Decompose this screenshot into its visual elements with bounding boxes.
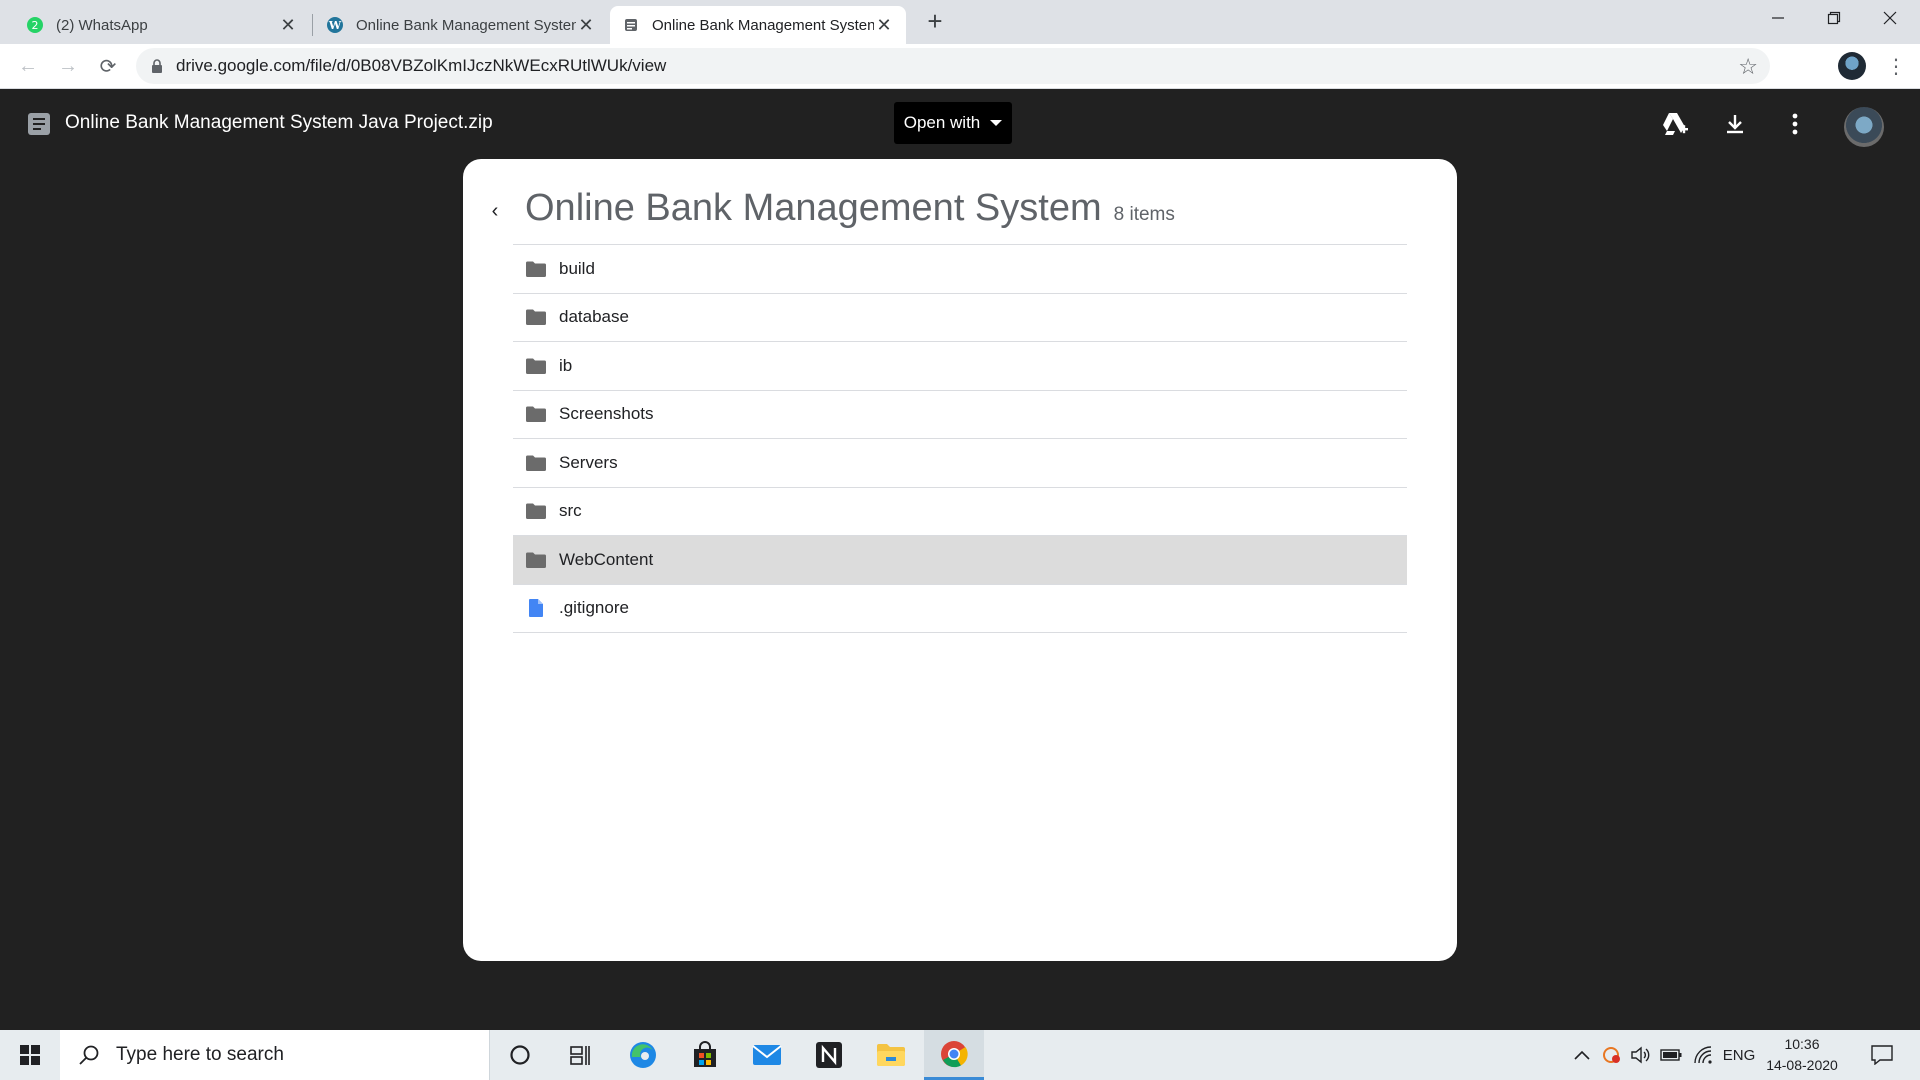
clock-date: 14-08-2020 bbox=[1766, 1057, 1838, 1073]
chrome-menu-icon[interactable]: ⋮ bbox=[1880, 50, 1912, 82]
notion-app-icon[interactable] bbox=[800, 1030, 858, 1080]
zip-contents-panel: ‹ Online Bank Management System 8 items … bbox=[463, 159, 1457, 961]
folder-heading: Online Bank Management System 8 items bbox=[525, 187, 1175, 230]
taskbar-clock[interactable]: 10:36 14-08-2020 bbox=[1762, 1034, 1842, 1076]
tab-wordpress[interactable]: W Online Bank Management Systen ✕ bbox=[314, 6, 608, 44]
item-name: database bbox=[559, 307, 629, 327]
whatsapp-icon: 2 bbox=[26, 16, 44, 34]
file-icon bbox=[529, 599, 543, 618]
item-name: Screenshots bbox=[559, 404, 654, 424]
item-name: Servers bbox=[559, 452, 618, 472]
volume-icon[interactable] bbox=[1626, 1030, 1656, 1080]
close-tab-icon[interactable]: ✕ bbox=[576, 15, 596, 35]
chevron-left-icon[interactable]: ‹ bbox=[483, 199, 507, 223]
battery-icon[interactable] bbox=[1656, 1030, 1686, 1080]
bookmark-star-icon[interactable]: ☆ bbox=[1738, 54, 1758, 80]
input-language[interactable]: ENG bbox=[1720, 1030, 1758, 1080]
open-with-label: Open with bbox=[903, 113, 981, 132]
list-item[interactable]: build bbox=[513, 245, 1407, 294]
browser-toolbar: ← → ⟳ drive.google.com/file/d/0B08VBZolK… bbox=[0, 44, 1920, 89]
forward-arrow-icon[interactable]: → bbox=[52, 50, 84, 82]
add-to-drive-icon[interactable] bbox=[1660, 109, 1690, 139]
list-item[interactable]: Screenshots bbox=[513, 391, 1407, 439]
microsoft-store-icon[interactable] bbox=[676, 1030, 734, 1080]
chrome-taskbar-icon[interactable] bbox=[924, 1030, 984, 1080]
wifi-icon[interactable] bbox=[1688, 1030, 1718, 1080]
search-placeholder: Type here to search bbox=[116, 1044, 284, 1065]
caret-down-icon bbox=[990, 120, 1003, 126]
tab-whatsapp[interactable]: 2 (2) WhatsApp ✕ bbox=[14, 6, 310, 44]
file-explorer-icon[interactable] bbox=[862, 1030, 920, 1080]
list-item[interactable]: Servers bbox=[513, 439, 1407, 488]
item-name: src bbox=[559, 501, 582, 521]
task-view-icon[interactable] bbox=[551, 1030, 609, 1080]
browser-tab-strip: 2 (2) WhatsApp ✕ W Online Bank Managemen… bbox=[0, 0, 1920, 44]
search-icon bbox=[79, 1045, 99, 1065]
notification-icon[interactable] bbox=[1862, 1030, 1902, 1080]
cortana-icon[interactable] bbox=[491, 1030, 549, 1080]
back-arrow-icon[interactable]: ← bbox=[12, 50, 44, 82]
folder-icon bbox=[526, 455, 546, 471]
url-text: drive.google.com/file/d/0B08VBZolKmIJczN… bbox=[176, 56, 667, 75]
document-icon bbox=[28, 113, 50, 135]
close-tab-icon[interactable]: ✕ bbox=[278, 15, 298, 35]
tab-divider bbox=[312, 14, 313, 36]
close-window-icon[interactable] bbox=[1862, 0, 1918, 36]
folder-icon bbox=[526, 406, 546, 423]
drive-doc-icon bbox=[622, 16, 640, 34]
lock-icon bbox=[150, 59, 164, 73]
profile-avatar[interactable] bbox=[1838, 52, 1866, 80]
wordpress-icon: W bbox=[326, 16, 344, 34]
item-name: WebContent bbox=[559, 549, 654, 569]
tab-title: (2) WhatsApp bbox=[56, 16, 148, 34]
folder-icon bbox=[526, 552, 546, 568]
item-name: build bbox=[559, 258, 595, 278]
item-name: .gitignore bbox=[559, 598, 629, 618]
clock-time: 10:36 bbox=[1784, 1036, 1820, 1052]
windows-start-icon[interactable] bbox=[0, 1030, 60, 1080]
svg-text:W: W bbox=[328, 19, 342, 32]
close-tab-icon[interactable]: ✕ bbox=[874, 15, 894, 35]
reload-icon[interactable]: ⟳ bbox=[92, 50, 124, 82]
list-item[interactable]: ib bbox=[513, 342, 1407, 391]
list-item[interactable]: database bbox=[513, 294, 1407, 342]
tab-title: Online Bank Management Systen bbox=[356, 16, 576, 34]
account-avatar[interactable] bbox=[1844, 107, 1884, 147]
download-icon[interactable] bbox=[1720, 109, 1750, 139]
item-count: 8 items bbox=[1113, 204, 1175, 225]
item-name: ib bbox=[559, 355, 573, 375]
file-list: build database ib Screenshots Servers sr… bbox=[513, 244, 1407, 633]
folder-name: Online Bank Management System bbox=[525, 187, 1102, 229]
folder-icon bbox=[526, 358, 546, 374]
address-bar[interactable]: drive.google.com/file/d/0B08VBZolKmIJczN… bbox=[136, 48, 1770, 84]
antivirus-tray-icon[interactable] bbox=[1598, 1030, 1626, 1080]
tab-title: Online Bank Management Systen bbox=[652, 16, 874, 34]
folder-icon bbox=[526, 261, 546, 277]
mail-icon[interactable] bbox=[738, 1030, 796, 1080]
folder-icon bbox=[526, 503, 546, 520]
edge-browser-icon[interactable] bbox=[614, 1030, 672, 1080]
list-item[interactable]: src bbox=[513, 488, 1407, 536]
file-title: Online Bank Management System Java Proje… bbox=[65, 112, 493, 133]
tab-drive-active[interactable]: Online Bank Management Systen ✕ bbox=[610, 6, 906, 44]
list-item-selected[interactable]: WebContent bbox=[513, 536, 1407, 585]
restore-icon[interactable] bbox=[1806, 0, 1862, 36]
chevron-up-icon[interactable] bbox=[1568, 1030, 1596, 1080]
taskbar-search-box[interactable]: Type here to search bbox=[60, 1030, 490, 1080]
open-with-button[interactable]: Open with bbox=[894, 102, 1012, 144]
list-item[interactable]: .gitignore bbox=[513, 585, 1407, 633]
windows-taskbar: Type here to search ENG 10:36 14-08-2020 bbox=[0, 1030, 1920, 1080]
drive-viewer-header: Online Bank Management System Java Proje… bbox=[0, 89, 1920, 159]
more-options-icon[interactable] bbox=[1780, 109, 1810, 139]
folder-icon bbox=[526, 309, 546, 326]
svg-text:2: 2 bbox=[32, 19, 39, 32]
minimize-icon[interactable] bbox=[1750, 0, 1806, 36]
new-tab-button[interactable]: + bbox=[920, 6, 950, 36]
